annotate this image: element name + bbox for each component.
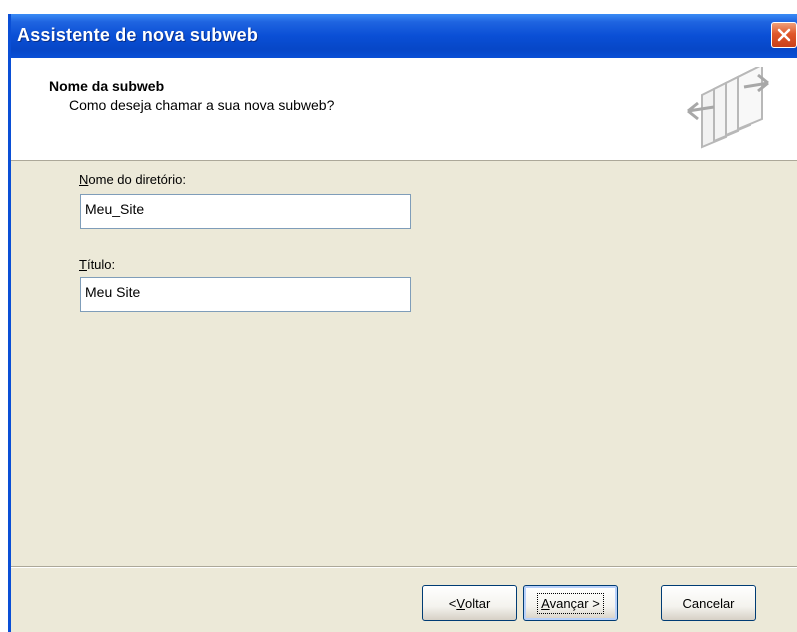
directory-label: Nome do diretório: [79,172,186,187]
directory-label-accel: N [79,172,89,187]
title-label: Título: [79,257,115,272]
window-title: Assistente de nova subweb [17,25,259,45]
wizard-header: Nome da subweb Como deseja chamar a sua … [11,58,797,161]
next-button-accel: A [541,595,550,611]
title-label-accel: T [79,257,87,272]
back-button-prefix: < [448,595,457,611]
back-button-accel: V [456,595,465,611]
close-button[interactable] [771,22,797,48]
pages-icon [687,67,769,149]
back-button[interactable]: < Voltar [422,585,517,621]
next-button[interactable]: Avançar > [523,585,618,621]
footer-separator [11,566,797,568]
close-icon [777,28,791,42]
title-label-text: ítulo: [86,257,116,272]
cancel-button[interactable]: Cancelar [661,585,756,621]
wizard-window: Assistente de nova subweb Nome da subweb… [8,14,797,632]
next-button-focus: Avançar > [537,592,604,614]
next-button-label: vançar > [549,595,600,611]
title-bar[interactable]: Assistente de nova subweb [11,14,797,58]
directory-field[interactable]: Meu_Site [80,194,411,229]
directory-label-text: ome do diretório: [88,172,186,187]
back-button-label: oltar [464,595,491,611]
title-field[interactable]: Meu Site [80,277,411,312]
header-title: Nome da subweb [49,78,165,94]
header-subtitle: Como deseja chamar a sua nova subweb? [69,97,335,113]
